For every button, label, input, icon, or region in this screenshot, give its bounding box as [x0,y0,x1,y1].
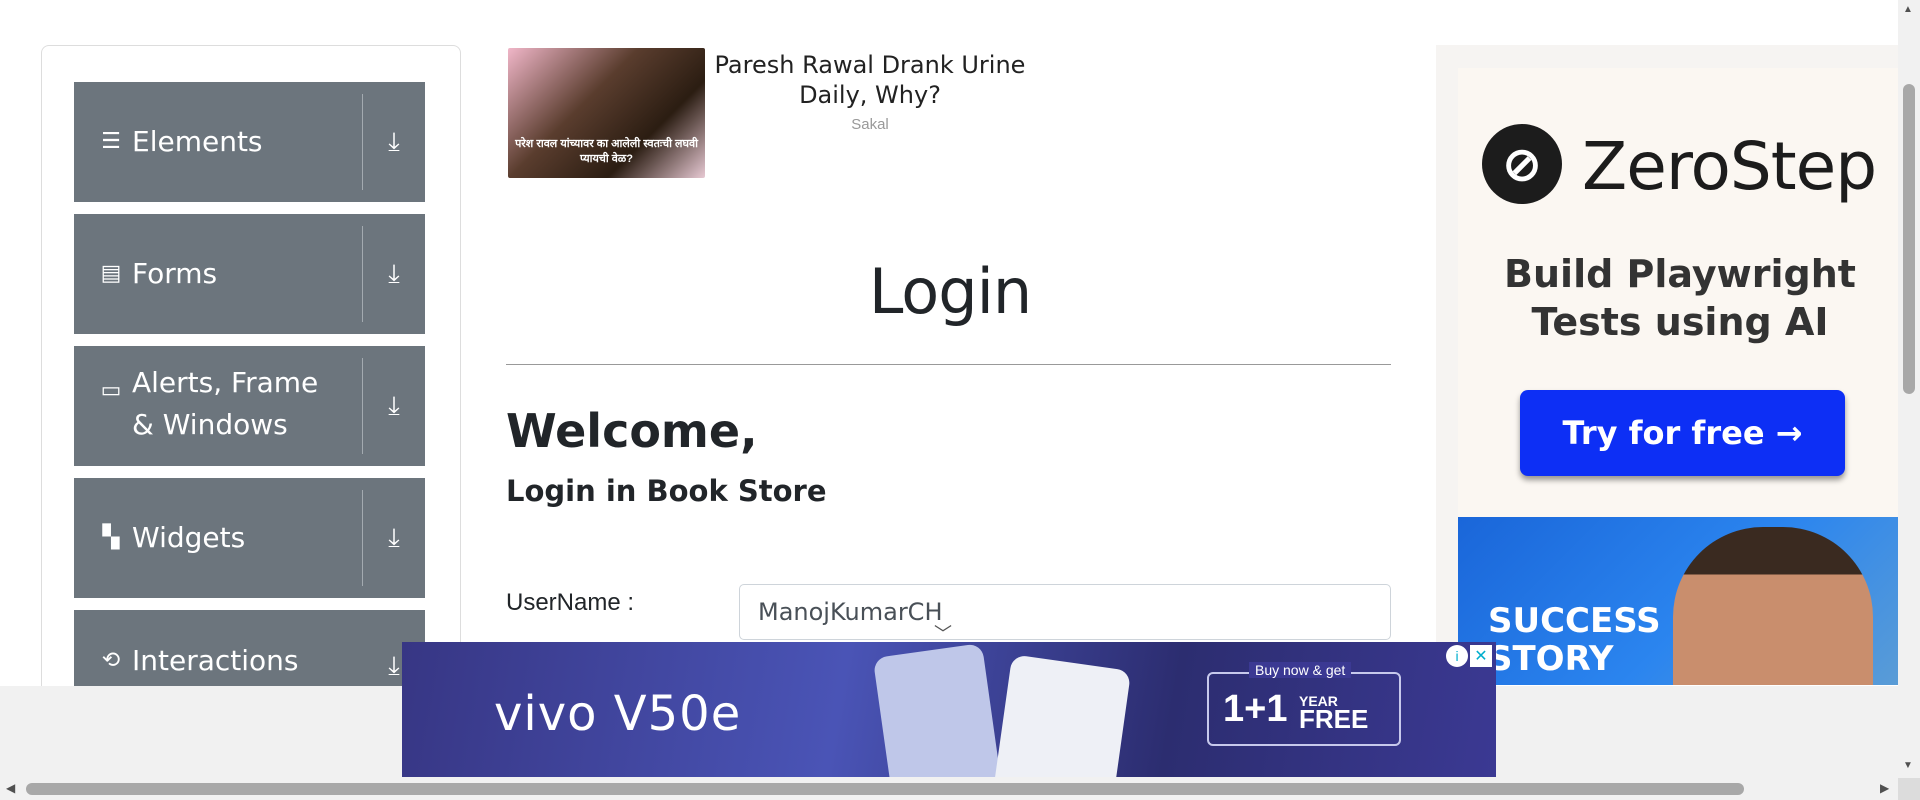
news-ad-title[interactable]: Paresh Rawal Drank Urine Daily, Why? [705,50,1035,110]
username-label: UserName : [506,589,635,616]
nav-group-label: Widgets [132,521,246,554]
nav-group-header: ▚ Widgets [74,478,362,598]
page-title: Login [868,255,1032,328]
top-strip [0,0,1898,10]
document-icon: ▤ [100,261,122,286]
vertical-scrollbar[interactable]: ▲ ▼ [1898,0,1920,778]
download-icon[interactable]: ⤓ [363,82,425,202]
news-ad[interactable]: परेश रावल यांच्यावर का आलेली स्वतःची लघव… [508,48,1388,178]
offer-free: YEAR FREE [1299,692,1368,732]
ad-info-icon[interactable]: i [1446,645,1468,667]
vivo-brand: vivo V50e [494,686,742,742]
news-ad-text[interactable]: Paresh Rawal Drank Urine Daily, Why? Sak… [705,48,1035,178]
news-thumb-caption: परेश रावल यांच्यावर का आलेली स्वतःची लघव… [515,138,698,165]
nav-group-label: Elements [132,125,263,158]
nav-group-label: Alerts, Frame & Windows [132,366,319,441]
nav-group-header: ☰ Elements [74,82,362,202]
nav-group-header: ▤ Forms [74,214,362,334]
success-story-text: SUCCESS STORY [1488,601,1661,679]
scroll-left-icon[interactable]: ◀ [6,781,15,795]
download-icon[interactable]: ⤓ [363,346,425,466]
horizontal-scrollbar[interactable]: ◀ ▶ [0,778,1898,800]
login-subtitle: Login in Book Store [506,474,827,508]
offer-free-text: FREE [1299,704,1369,734]
interactions-icon: ⟲ [101,648,121,673]
scroll-thumb[interactable] [1903,84,1915,394]
download-icon[interactable]: ⤓ [363,478,425,598]
zerostep-brand: ZeroStep [1582,128,1877,205]
phone-image [992,654,1132,777]
scroll-right-icon[interactable]: ▶ [1880,781,1889,795]
title-divider [506,364,1391,365]
vivo-banner-ad[interactable]: vivo V50e Buy now & get 1+1 YEAR FREE [402,642,1496,777]
scroll-down-icon[interactable]: ▼ [1903,760,1913,771]
vivo-offer-box: Buy now & get 1+1 YEAR FREE [1207,662,1401,746]
offer-big: 1+1 [1223,688,1288,730]
username-input[interactable]: ManojKumarCH [739,584,1391,640]
nav-group-label: Forms [132,257,218,290]
nav-group-widgets[interactable]: ▚ Widgets ⤓ [74,478,425,598]
widgets-icon: ▚ [102,525,120,550]
nav-group-alerts[interactable]: ▭ Alerts, Frame & Windows ⤓ [74,346,425,466]
window-icon: ▭ [100,378,122,403]
news-ad-thumbnail[interactable]: परेश रावल यांच्यावर का आलेली स्वतःची लघव… [508,48,705,178]
nav-group-header: ▭ Alerts, Frame & Windows [74,346,362,466]
nav-group-forms[interactable]: ▤ Forms ⤓ [74,214,425,334]
page: { "nav": { "groups": [ {"label": "Elemen… [0,0,1920,800]
ad-close-icon[interactable]: ✕ [1470,645,1492,667]
zerostep-tagline: Build Playwright Tests using AI [1504,252,1856,344]
nav-group-elements[interactable]: ☰ Elements ⤓ [74,82,425,202]
welcome-heading: Welcome, [506,404,758,458]
nav-group-interactions[interactable]: ⟲ Interactions ⤓ [74,610,425,686]
zerostep-logo-icon: ⊘ [1482,124,1562,204]
person-photo [1673,527,1873,685]
nav-group-header: ⟲ Interactions [74,610,362,682]
offer-top: Buy now & get [1249,662,1352,678]
nav-group-label: Interactions [132,644,299,677]
download-icon[interactable]: ⤓ [363,214,425,334]
try-for-free-button[interactable]: Try for free → [1520,390,1845,476]
scrollbar-corner [1898,778,1920,800]
hamburger-icon: ☰ [101,129,121,154]
scroll-up-icon[interactable]: ▲ [1903,4,1913,15]
scroll-thumb[interactable] [26,783,1744,795]
news-ad-source: Sakal [851,116,889,133]
phone-image [872,643,1002,777]
success-story-ad[interactable]: SUCCESS STORY [1458,517,1898,685]
